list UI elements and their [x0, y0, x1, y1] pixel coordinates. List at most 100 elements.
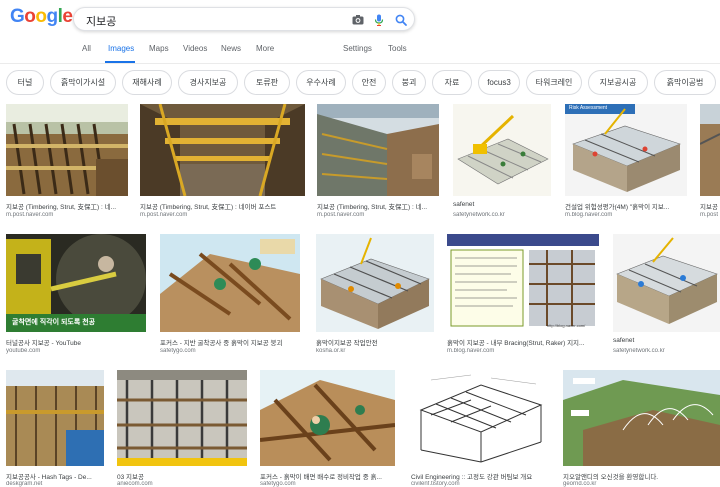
thumbnail[interactable] — [700, 104, 720, 196]
image-result[interactable]: 지보공 (Timbering, Strut, 支保工) : 네... m.pos… — [317, 104, 439, 222]
result-source: m.post.naver.com — [140, 212, 188, 218]
result-source: m.blog.naver.com — [565, 212, 613, 218]
result-source: safetynetwork.co.kr — [453, 212, 505, 218]
chip[interactable]: 우수사례 — [296, 70, 346, 95]
thumbnail[interactable] — [613, 234, 720, 332]
thumbnail[interactable] — [160, 234, 300, 332]
image-result[interactable]: 지보공공사 - Hash Tags - De... deskgram.net — [6, 370, 104, 487]
logo-letter: o — [35, 6, 47, 27]
chip[interactable]: 지보공시공 — [588, 70, 648, 95]
tab-videos[interactable]: Videos — [183, 44, 207, 53]
tab-settings[interactable]: Settings — [343, 44, 372, 53]
result-source: m.post — [700, 212, 719, 218]
result-source: geornd.co.kr — [563, 481, 597, 487]
tab-news[interactable]: News — [221, 44, 241, 53]
result-source: safetynetwork.co.kr — [613, 348, 665, 354]
thumbnail[interactable]: 굴착면에 직각이 되도록 천공 — [6, 234, 146, 332]
thumbnail[interactable] — [563, 370, 720, 466]
result-title[interactable]: safenet — [613, 337, 720, 344]
chip[interactable]: 자료 — [432, 70, 472, 95]
result-title[interactable]: 포커스 - 흙막이 배면 배수로 정비작업 중 흙... — [260, 471, 395, 481]
search-tabs: All Images Maps Videos News More Setting… — [0, 44, 720, 64]
chip[interactable]: 재해사례 — [122, 70, 172, 95]
thumbnail[interactable] — [411, 370, 549, 466]
result-source: aniecom.com — [117, 481, 153, 487]
image-result[interactable]: 흙막이지보공 작업안전 kosha.or.kr — [316, 234, 434, 356]
thumbnail[interactable] — [453, 104, 551, 196]
chip[interactable]: 안전 — [352, 70, 386, 95]
result-title[interactable]: safenet — [453, 201, 551, 208]
microphone-icon[interactable] — [371, 12, 387, 28]
thumbnail[interactable]: http://blog.naver.com/ — [447, 234, 599, 332]
search-input[interactable]: 지보공 — [86, 13, 116, 29]
result-title[interactable]: 지보공 (Timbering, Strut, 支保工) : 네이버 포스트 — [140, 201, 305, 211]
tab-tools[interactable]: Tools — [388, 44, 407, 53]
image-result[interactable]: safenet safetynetwork.co.kr — [613, 234, 720, 356]
result-source: safetygo.com — [260, 481, 296, 487]
image-result[interactable]: Civil Engineering :: 고정도 강관 버팀보 개요 civil… — [411, 370, 549, 487]
result-title[interactable]: 지오알앤디의 오신것을 환영합니다. — [563, 471, 720, 481]
image-result[interactable]: http://blog.naver.com/ 흙막이 지보공 - 내부 Brac… — [447, 234, 599, 356]
thumbnail[interactable] — [140, 104, 305, 196]
result-title[interactable]: 흙막이지보공 작업안전 — [316, 337, 434, 347]
result-title[interactable]: 포커스 - 지반 굴착공사 중 흙막이 지보공 붕괴 — [160, 337, 300, 347]
result-source: youtube.com — [6, 348, 41, 354]
result-source: kosha.or.kr — [316, 348, 346, 354]
result-title[interactable]: 지보공 (Timbering, Strut, 支保工) : 네... — [6, 201, 128, 211]
tab-images[interactable]: Images — [108, 44, 134, 53]
result-source: civilenf.tistory.com — [411, 481, 460, 487]
google-logo[interactable]: Google — [10, 6, 73, 28]
thumbnail[interactable] — [6, 370, 104, 466]
image-result[interactable]: 굴착면에 직각이 되도록 천공 터널공사 지보공 - YouTube youtu… — [6, 234, 146, 356]
chip[interactable]: 토류판 — [244, 70, 290, 95]
thumbnail-header: Risk Assessment — [569, 105, 608, 111]
search-box[interactable]: 지보공 — [73, 7, 415, 31]
image-result[interactable]: 포커스 - 흙막이 배면 배수로 정비작업 중 흙... safetygo.co… — [260, 370, 395, 487]
result-title[interactable]: 터널공사 지보공 - YouTube — [6, 337, 146, 347]
image-result[interactable]: 지오알앤디의 오신것을 환영합니다. geornd.co.kr — [563, 370, 720, 487]
result-title[interactable]: 흙막이 지보공 - 내부 Bracing(Strut, Raker) 지지... — [447, 337, 599, 347]
chip[interactable]: 붕괴 — [392, 70, 426, 95]
camera-icon[interactable] — [350, 12, 366, 28]
result-source: m.post.naver.com — [317, 212, 365, 218]
result-source: m.blog.naver.com — [447, 348, 495, 354]
tab-maps[interactable]: Maps — [149, 44, 169, 53]
logo-letter: g — [46, 6, 59, 27]
thumbnail[interactable] — [117, 370, 247, 466]
related-chips: 터널 흙막이가시설 재해사례 경사지보공 토류판 우수사례 안전 붕괴 자료 f… — [0, 70, 720, 96]
chip[interactable]: 흙막이가시설 — [50, 70, 116, 95]
thumbnail[interactable] — [316, 234, 434, 332]
result-title[interactable]: Civil Engineering :: 고정도 강관 버팀보 개요 — [411, 471, 549, 481]
thumbnail-caption: 굴착면에 직각이 되도록 천공 — [12, 319, 96, 326]
thumbnail[interactable]: Risk Assessment — [565, 104, 687, 196]
thumbnail-url: http://blog.naver.com/ — [547, 323, 586, 328]
image-result[interactable]: 포커스 - 지반 굴착공사 중 흙막이 지보공 붕괴 safetygo.com — [160, 234, 300, 356]
image-result[interactable]: safenet safetynetwork.co.kr — [453, 104, 551, 222]
image-result[interactable]: Risk Assessment 건설업 위험성평가(4M) "흙막이 지보...… — [565, 104, 687, 222]
logo-letter: e — [62, 6, 73, 27]
result-title[interactable]: 03 지보공 — [117, 471, 247, 481]
thumbnail[interactable] — [260, 370, 395, 466]
result-title[interactable]: 건설업 위험성평가(4M) "흙막이 지보... — [565, 201, 687, 211]
logo-letter: o — [24, 6, 36, 27]
chip[interactable]: 경사지보공 — [178, 70, 238, 95]
image-result[interactable]: 지보공 (Timbering, Strut, 支保工) : 네이버 포스트 m.… — [140, 104, 305, 222]
result-title[interactable]: 지보공 (Timbering, Strut, 支保工) : 네... — [317, 201, 439, 211]
result-source: m.post.naver.com — [6, 212, 54, 218]
tab-all[interactable]: All — [82, 44, 91, 53]
image-result[interactable]: 지보공 m.post — [700, 104, 720, 222]
result-title[interactable]: 지보공 — [700, 201, 720, 211]
thumbnail[interactable] — [6, 104, 128, 196]
thumbnail[interactable] — [317, 104, 439, 196]
search-icon[interactable] — [393, 12, 409, 28]
chip[interactable]: focus3 — [478, 70, 520, 95]
chip[interactable]: 흙막이공법 — [654, 70, 716, 95]
image-result[interactable]: 03 지보공 aniecom.com — [117, 370, 247, 487]
chip[interactable]: 터널 — [6, 70, 44, 95]
result-source: safetygo.com — [160, 348, 196, 354]
tab-more[interactable]: More — [256, 44, 274, 53]
result-title[interactable]: 지보공공사 - Hash Tags - De... — [6, 471, 104, 481]
logo-letter: G — [10, 6, 25, 27]
chip[interactable]: 타워크레인 — [526, 70, 582, 95]
image-result[interactable]: 지보공 (Timbering, Strut, 支保工) : 네... m.pos… — [6, 104, 128, 222]
